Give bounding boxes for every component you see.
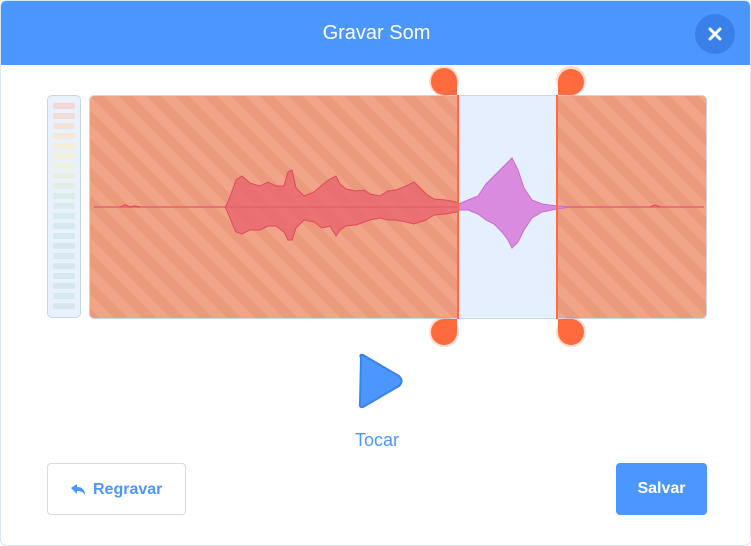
play-icon — [358, 353, 403, 409]
trim-end-handle[interactable] — [556, 66, 586, 347]
rerecord-label: Regravar — [93, 481, 163, 498]
save-label: Salvar — [637, 480, 686, 497]
undo-arrow-icon — [71, 484, 85, 495]
save-button[interactable]: Salvar — [616, 463, 707, 515]
rerecord-button[interactable]: Regravar — [47, 463, 186, 515]
play-label[interactable]: Tocar — [301, 430, 453, 451]
record-sound-dialog: Gravar Som Tocar Regravar Salvar — [0, 0, 751, 546]
play-button[interactable] — [355, 352, 405, 410]
trim-start-handle[interactable] — [429, 66, 459, 347]
